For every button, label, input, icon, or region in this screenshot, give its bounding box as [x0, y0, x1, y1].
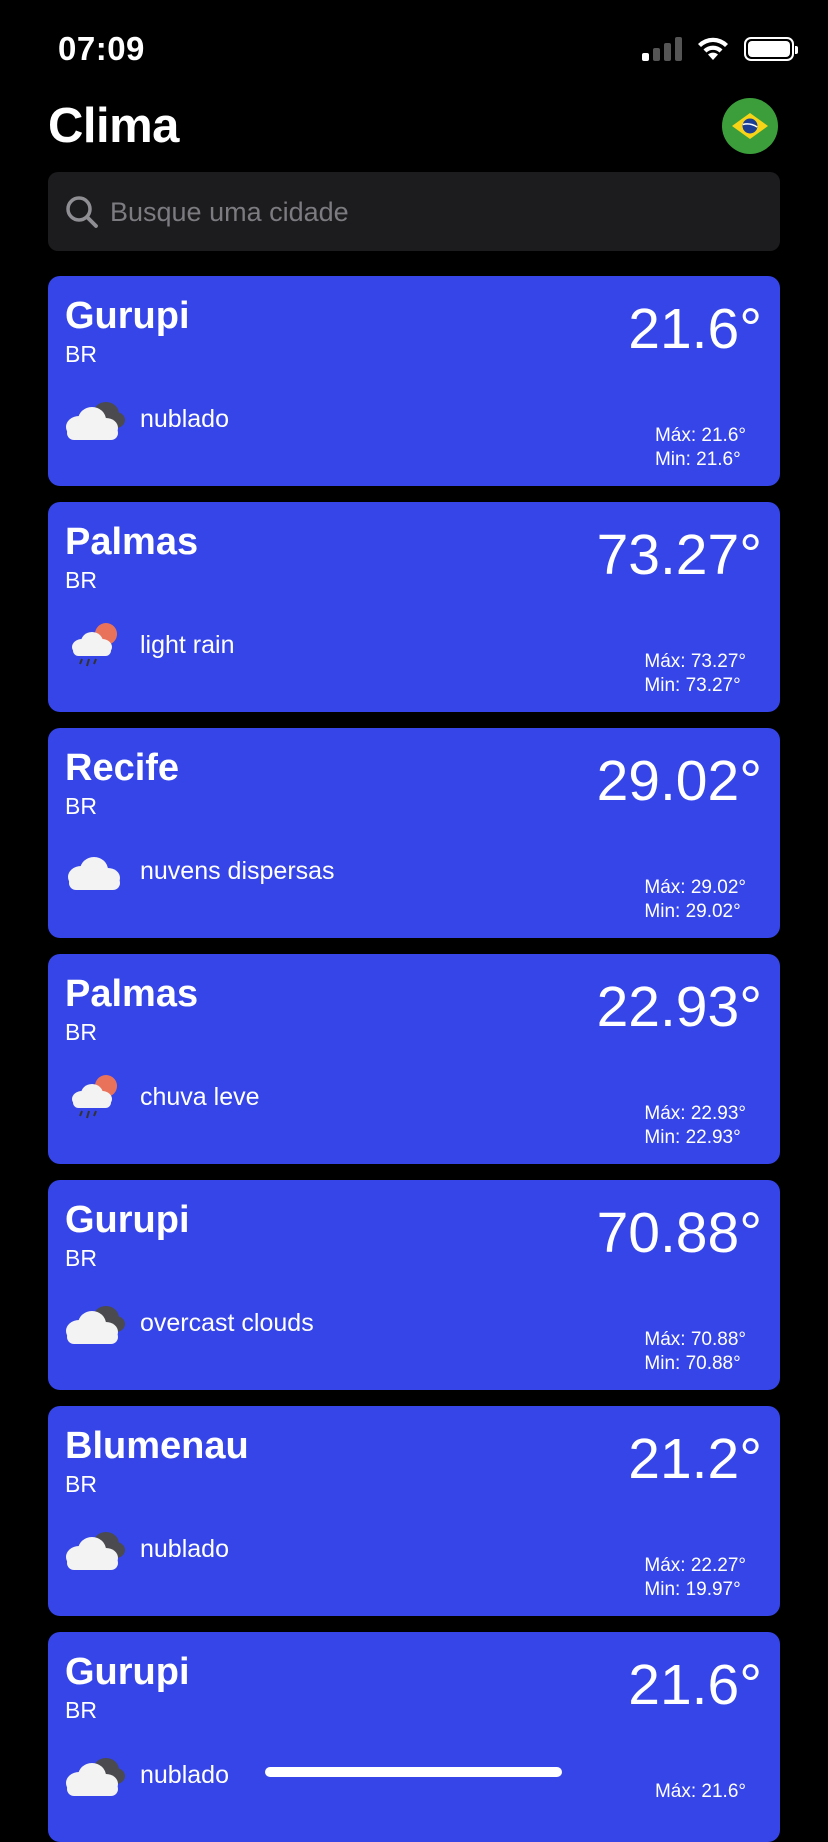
city-weather-card[interactable]: Blumenau BR 21.2° nublado Máx: 22.27° Min: 19…	[48, 1406, 780, 1616]
wifi-icon	[698, 37, 728, 60]
overcast-clouds-icon	[62, 394, 126, 444]
country-code: BR	[65, 1245, 97, 1271]
min-temperature: Min: 70.88°	[644, 1353, 741, 1374]
country-code: BR	[65, 793, 97, 819]
temperature: 21.6°	[628, 297, 762, 361]
city-weather-card[interactable]: Palmas BR 73.27° light rain Máx: 73.27° Min: …	[48, 502, 780, 712]
max-temperature: Máx: 70.88°	[644, 1329, 746, 1350]
weather-description: nublado	[140, 405, 229, 433]
cellular-signal-icon	[642, 37, 682, 61]
brazil-flag-icon	[732, 113, 768, 139]
city-name: Palmas	[65, 521, 199, 563]
light-rain-icon	[62, 620, 126, 670]
light-rain-icon	[62, 1072, 126, 1122]
city-name: Gurupi	[65, 1199, 190, 1241]
min-temperature: Min: 22.93°	[644, 1127, 741, 1148]
overcast-clouds-icon	[62, 1298, 126, 1348]
temperature: 21.2°	[628, 1427, 762, 1491]
city-weather-card[interactable]: Recife BR 29.02° nuvens dispersas Máx: 29.02…	[48, 728, 780, 938]
weather-description: overcast clouds	[140, 1309, 314, 1337]
min-max-temperature: Máx: 73.27° Min: 73.27°	[644, 650, 746, 698]
city-weather-card[interactable]: Gurupi BR 21.6° nublado Máx: 21.6°	[48, 1632, 780, 1842]
min-temperature: Min: 73.27°	[644, 675, 741, 696]
weather-description: nublado	[140, 1761, 229, 1789]
temperature: 21.6°	[628, 1653, 762, 1717]
scattered-clouds-icon	[62, 846, 126, 896]
max-temperature: Máx: 22.27°	[644, 1555, 746, 1576]
search-input[interactable]	[108, 172, 762, 253]
weather-description: light rain	[140, 631, 235, 659]
country-code: BR	[65, 1697, 97, 1723]
city-weather-card[interactable]: Gurupi BR 21.6° nublado Máx: 21.6° Min: 21.6°	[48, 276, 780, 486]
page-title: Clima	[48, 99, 179, 153]
weather-description: chuva leve	[140, 1083, 260, 1111]
city-weather-card[interactable]: Gurupi BR 70.88° overcast clouds Máx: 70.88°…	[48, 1180, 780, 1390]
country-code: BR	[65, 1471, 97, 1497]
country-code: BR	[65, 567, 97, 593]
city-name: Palmas	[65, 973, 199, 1015]
min-max-temperature: Máx: 22.93° Min: 22.93°	[644, 1102, 746, 1150]
min-max-temperature: Máx: 22.27° Min: 19.97°	[644, 1554, 746, 1602]
weather-description: nublado	[140, 1535, 229, 1563]
search-icon	[66, 196, 98, 228]
city-weather-card[interactable]: Palmas BR 22.93° chuva leve Máx: 22.93° Min: …	[48, 954, 780, 1164]
temperature: 70.88°	[596, 1201, 762, 1265]
temperature: 22.93°	[596, 975, 762, 1039]
search-bar[interactable]	[48, 172, 780, 253]
overcast-clouds-icon	[62, 1524, 126, 1574]
battery-icon	[744, 37, 798, 61]
weather-description: nuvens dispersas	[140, 857, 335, 885]
country-code: BR	[65, 1019, 97, 1045]
home-indicator	[265, 1767, 562, 1777]
temperature: 73.27°	[596, 523, 762, 587]
max-temperature: Máx: 73.27°	[644, 651, 746, 672]
city-name: Gurupi	[65, 1651, 190, 1693]
min-temperature: Min: 19.97°	[644, 1579, 741, 1600]
min-max-temperature: Máx: 70.88° Min: 70.88°	[644, 1328, 746, 1376]
min-max-temperature: Máx: 29.02° Min: 29.02°	[644, 876, 746, 924]
overcast-clouds-icon	[62, 1750, 126, 1800]
status-time: 07:09	[58, 30, 145, 67]
status-icons	[642, 36, 798, 62]
max-temperature: Máx: 21.6°	[654, 1781, 746, 1802]
min-temperature: Min: 21.6°	[654, 449, 741, 470]
max-temperature: Máx: 22.93°	[644, 1103, 746, 1124]
max-temperature: Máx: 21.6°	[654, 425, 746, 446]
min-max-temperature: Máx: 21.6° Min: 21.6°	[655, 424, 746, 472]
city-name: Blumenau	[65, 1425, 249, 1467]
city-name: Gurupi	[65, 295, 190, 337]
status-bar: 07:09	[0, 0, 828, 100]
max-temperature: Máx: 29.02°	[644, 877, 746, 898]
min-temperature: Min: 29.02°	[644, 901, 741, 922]
min-max-temperature: Máx: 21.6°	[655, 1780, 746, 1804]
temperature: 29.02°	[596, 749, 762, 813]
country-code: BR	[65, 341, 97, 367]
brazil-flag-button[interactable]	[722, 98, 778, 154]
city-name: Recife	[65, 747, 180, 789]
